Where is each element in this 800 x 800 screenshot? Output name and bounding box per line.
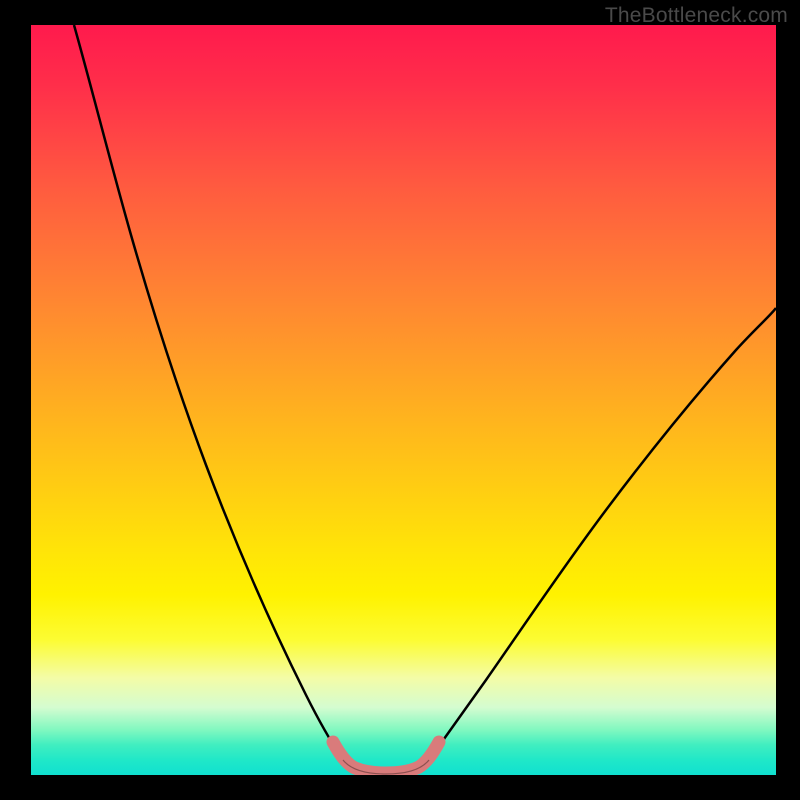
- chart-container: TheBottleneck.com: [0, 0, 800, 800]
- highlight-band-path: [333, 742, 439, 773]
- left-curve-path: [74, 25, 343, 760]
- curve-svg: [31, 25, 776, 775]
- right-curve-path: [429, 308, 776, 760]
- plot-area: [31, 25, 776, 775]
